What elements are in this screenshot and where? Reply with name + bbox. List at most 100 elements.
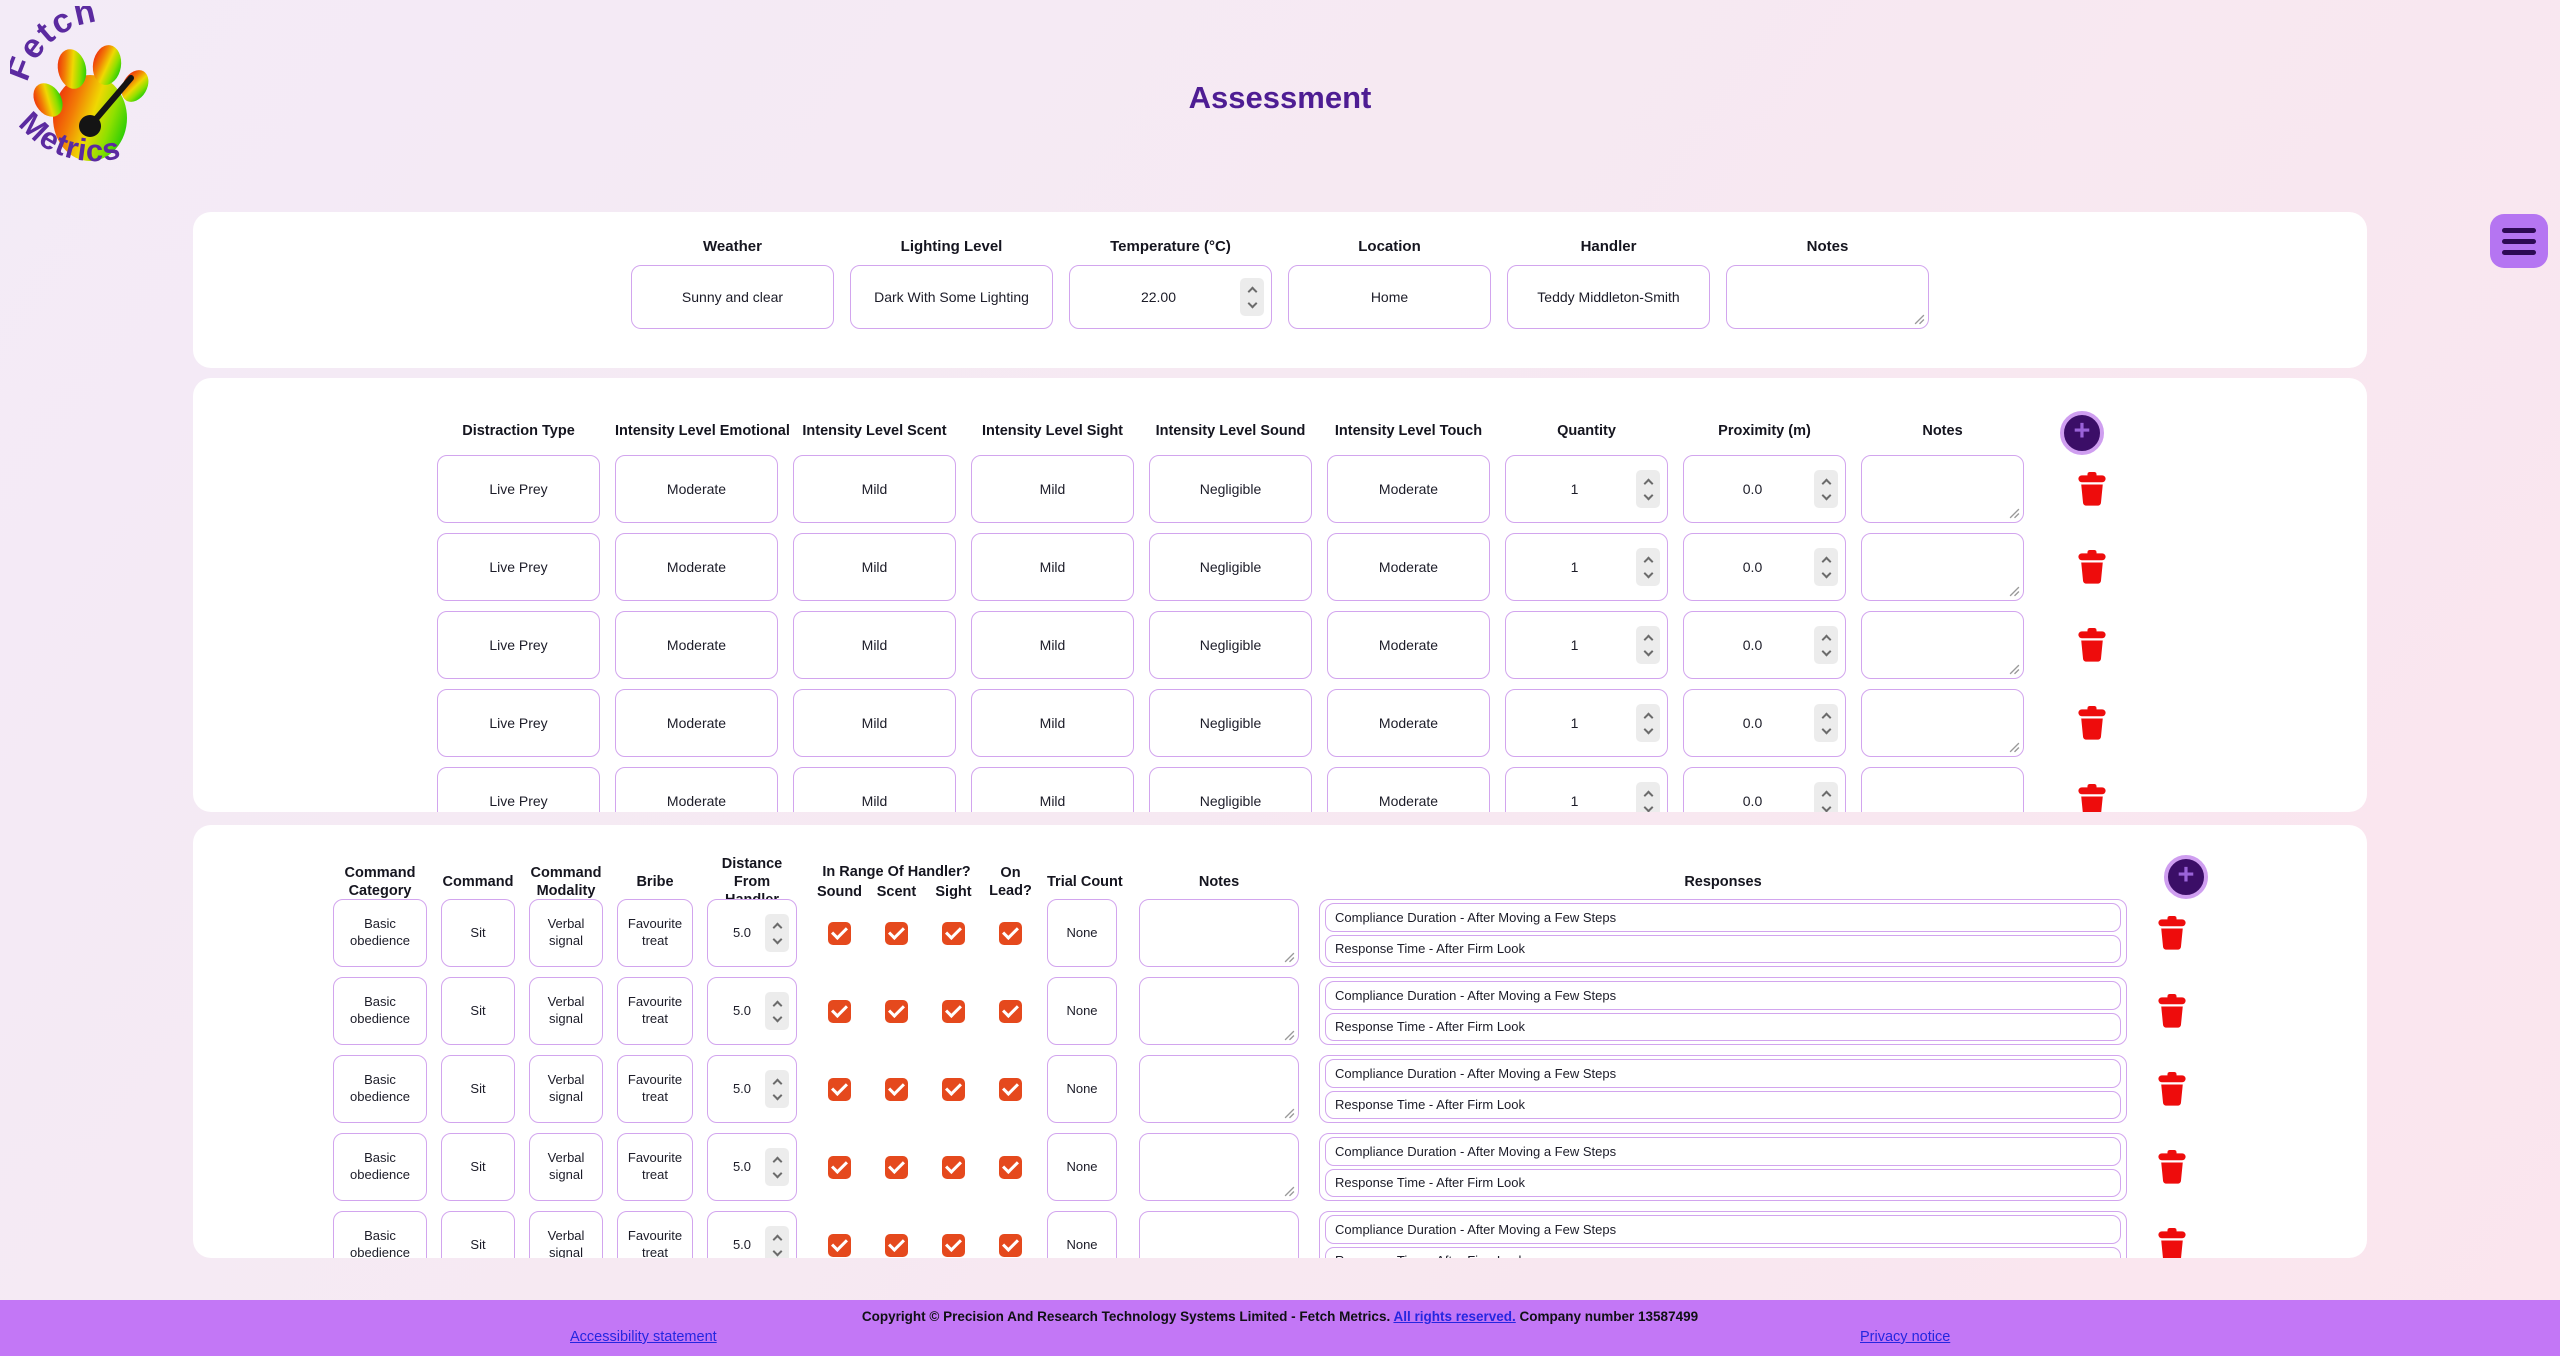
- lighting-level-input[interactable]: Dark With Some Lighting: [850, 265, 1053, 329]
- proximity-input[interactable]: 0.0: [1683, 689, 1846, 757]
- checkbox-in-range-sight[interactable]: [942, 1000, 965, 1023]
- number-stepper-icon[interactable]: [1636, 704, 1660, 742]
- resize-grip-icon[interactable]: [1284, 1108, 1295, 1119]
- checkbox-in-range-sight[interactable]: [942, 1234, 965, 1257]
- intensity-scent-input[interactable]: Mild: [793, 689, 956, 757]
- session-notes-textarea[interactable]: [1726, 265, 1929, 329]
- delete-row-button[interactable]: [2157, 1228, 2187, 1258]
- checkbox-in-range-scent[interactable]: [885, 1078, 908, 1101]
- checkbox-on-lead[interactable]: [999, 1000, 1022, 1023]
- bribe-input[interactable]: Favourite treat: [617, 1133, 693, 1201]
- delete-row-button[interactable]: [2077, 706, 2107, 740]
- command-input[interactable]: Sit: [441, 977, 515, 1045]
- number-stepper-icon[interactable]: [1636, 470, 1660, 508]
- intensity-emotional-input[interactable]: Moderate: [615, 611, 778, 679]
- intensity-sound-input[interactable]: Negligible: [1149, 767, 1312, 812]
- command-category-input[interactable]: Basic obedience: [333, 1133, 427, 1201]
- row-notes-textarea[interactable]: [1861, 455, 2024, 523]
- checkbox-in-range-scent[interactable]: [885, 1234, 908, 1257]
- distraction-type-input[interactable]: Live Prey: [437, 611, 600, 679]
- quantity-input[interactable]: 1: [1505, 455, 1668, 523]
- number-stepper-icon[interactable]: [1814, 548, 1838, 586]
- number-stepper-icon[interactable]: [1636, 548, 1660, 586]
- checkbox-on-lead[interactable]: [999, 922, 1022, 945]
- delete-row-button[interactable]: [2077, 472, 2107, 506]
- delete-row-button[interactable]: [2157, 994, 2187, 1028]
- delete-row-button[interactable]: [2077, 628, 2107, 662]
- number-stepper-icon[interactable]: [1240, 278, 1264, 316]
- intensity-emotional-input[interactable]: Moderate: [615, 689, 778, 757]
- intensity-emotional-input[interactable]: Moderate: [615, 533, 778, 601]
- bribe-input[interactable]: Favourite treat: [617, 977, 693, 1045]
- response-input[interactable]: Compliance Duration - After Moving a Few…: [1325, 981, 2121, 1010]
- distance-input[interactable]: 5.0: [707, 1133, 797, 1201]
- checkbox-in-range-sound[interactable]: [828, 1156, 851, 1179]
- intensity-scent-input[interactable]: Mild: [793, 767, 956, 812]
- intensity-sight-input[interactable]: Mild: [971, 767, 1134, 812]
- intensity-touch-input[interactable]: Moderate: [1327, 533, 1490, 601]
- resize-grip-icon[interactable]: [1284, 1186, 1295, 1197]
- number-stepper-icon[interactable]: [1636, 626, 1660, 664]
- command-category-input[interactable]: Basic obedience: [333, 977, 427, 1045]
- checkbox-in-range-scent[interactable]: [885, 1000, 908, 1023]
- distance-input[interactable]: 5.0: [707, 977, 797, 1045]
- response-input[interactable]: Response Time - After Firm Look: [1325, 935, 2121, 964]
- response-input[interactable]: Response Time - After Firm Look: [1325, 1247, 2121, 1259]
- delete-row-button[interactable]: [2077, 550, 2107, 584]
- proximity-input[interactable]: 0.0: [1683, 533, 1846, 601]
- response-input[interactable]: Compliance Duration - After Moving a Few…: [1325, 1137, 2121, 1166]
- resize-grip-icon[interactable]: [2009, 508, 2020, 519]
- intensity-scent-input[interactable]: Mild: [793, 533, 956, 601]
- intensity-scent-input[interactable]: Mild: [793, 611, 956, 679]
- proximity-input[interactable]: 0.0: [1683, 611, 1846, 679]
- bribe-input[interactable]: Favourite treat: [617, 1211, 693, 1258]
- number-stepper-icon[interactable]: [1814, 626, 1838, 664]
- checkbox-in-range-sound[interactable]: [828, 1000, 851, 1023]
- proximity-input[interactable]: 0.0: [1683, 767, 1846, 812]
- response-input[interactable]: Compliance Duration - After Moving a Few…: [1325, 1215, 2121, 1244]
- proximity-input[interactable]: 0.0: [1683, 455, 1846, 523]
- row-notes-textarea[interactable]: [1861, 533, 2024, 601]
- command-category-input[interactable]: Basic obedience: [333, 1055, 427, 1123]
- number-stepper-icon[interactable]: [1814, 782, 1838, 812]
- intensity-sight-input[interactable]: Mild: [971, 611, 1134, 679]
- quantity-input[interactable]: 1: [1505, 533, 1668, 601]
- distraction-type-input[interactable]: Live Prey: [437, 689, 600, 757]
- distance-input[interactable]: 5.0: [707, 1055, 797, 1123]
- resize-grip-icon[interactable]: [2009, 664, 2020, 675]
- number-stepper-icon[interactable]: [1814, 470, 1838, 508]
- intensity-sight-input[interactable]: Mild: [971, 533, 1134, 601]
- row-notes-textarea[interactable]: [1139, 1133, 1299, 1201]
- checkbox-in-range-sight[interactable]: [942, 1078, 965, 1101]
- command-modality-input[interactable]: Verbal signal: [529, 1055, 603, 1123]
- command-modality-input[interactable]: Verbal signal: [529, 1211, 603, 1258]
- intensity-touch-input[interactable]: Moderate: [1327, 455, 1490, 523]
- row-notes-textarea[interactable]: [1139, 1211, 1299, 1258]
- delete-row-button[interactable]: [2157, 1072, 2187, 1106]
- resize-grip-icon[interactable]: [1284, 1030, 1295, 1041]
- intensity-sound-input[interactable]: Negligible: [1149, 455, 1312, 523]
- intensity-emotional-input[interactable]: Moderate: [615, 767, 778, 812]
- command-input[interactable]: Sit: [441, 1133, 515, 1201]
- checkbox-in-range-sound[interactable]: [828, 922, 851, 945]
- response-input[interactable]: Response Time - After Firm Look: [1325, 1013, 2121, 1042]
- intensity-sight-input[interactable]: Mild: [971, 689, 1134, 757]
- checkbox-on-lead[interactable]: [999, 1234, 1022, 1257]
- number-stepper-icon[interactable]: [765, 992, 789, 1030]
- trial-count-input[interactable]: None: [1047, 1211, 1117, 1258]
- row-notes-textarea[interactable]: [1139, 1055, 1299, 1123]
- resize-grip-icon[interactable]: [1914, 314, 1925, 325]
- checkbox-in-range-sound[interactable]: [828, 1234, 851, 1257]
- response-input[interactable]: Compliance Duration - After Moving a Few…: [1325, 903, 2121, 932]
- command-modality-input[interactable]: Verbal signal: [529, 977, 603, 1045]
- quantity-input[interactable]: 1: [1505, 611, 1668, 679]
- response-input[interactable]: Compliance Duration - After Moving a Few…: [1325, 1059, 2121, 1088]
- number-stepper-icon[interactable]: [1636, 782, 1660, 812]
- intensity-sound-input[interactable]: Negligible: [1149, 689, 1312, 757]
- checkbox-on-lead[interactable]: [999, 1156, 1022, 1179]
- intensity-emotional-input[interactable]: Moderate: [615, 455, 778, 523]
- command-category-input[interactable]: Basic obedience: [333, 1211, 427, 1258]
- accessibility-statement-link[interactable]: Accessibility statement: [570, 1329, 717, 1345]
- response-input[interactable]: Response Time - After Firm Look: [1325, 1091, 2121, 1120]
- row-notes-textarea[interactable]: [1139, 977, 1299, 1045]
